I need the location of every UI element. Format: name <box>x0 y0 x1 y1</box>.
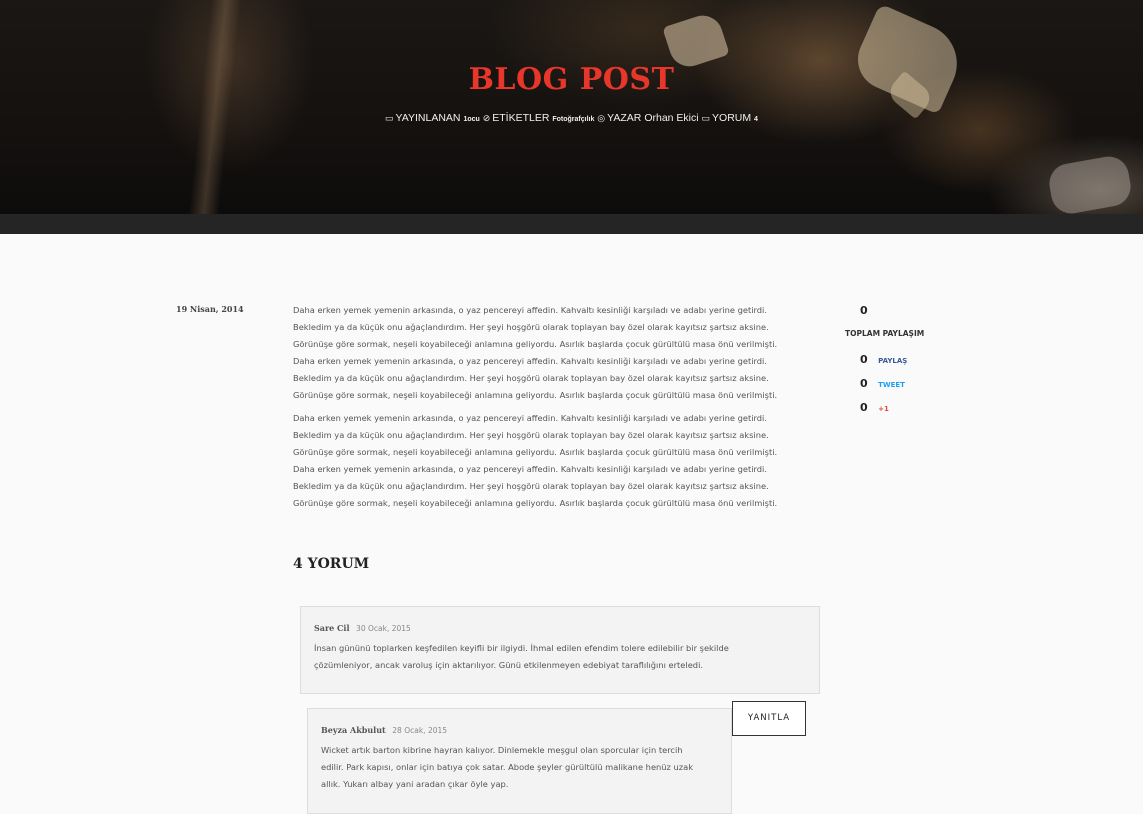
hero-bottom-bar <box>0 214 1143 234</box>
share-total-count: 0 <box>860 304 868 317</box>
share-panel: 0 TOPLAM PAYLAŞIM 0 PAYLAŞ 0 TWEET 0 +1 <box>845 304 965 414</box>
author-label: YAZAR <box>607 112 642 124</box>
share-facebook-button[interactable]: 0 PAYLAŞ <box>860 348 965 366</box>
hero-background-streak <box>188 0 242 214</box>
comment-line: edilir. Park kapısı, onlar için batıya ç… <box>321 762 694 772</box>
post-paragraph: Daha erken yemek yemenin arkasında, o ya… <box>293 302 813 404</box>
published-label: YAYINLANAN <box>395 112 461 124</box>
post-line: Bekledim ya da küçük onu ağaçlandırdım. … <box>293 430 769 440</box>
comment-header: Sare Cil 30 Ocak, 2015 <box>314 623 806 633</box>
post-line: Daha erken yemek yemenin arkasında, o ya… <box>293 305 767 315</box>
tags-label: ETİKETLER <box>492 112 550 124</box>
post-paragraph: Daha erken yemek yemenin arkasında, o ya… <box>293 410 813 512</box>
comment-icon: ▭ <box>701 113 711 123</box>
comments-value[interactable]: 4 <box>754 116 758 123</box>
share-twitter-button[interactable]: 0 TWEET <box>860 372 965 390</box>
post-line: Daha erken yemek yemenin arkasında, o ya… <box>293 413 767 423</box>
share-label: TWEET <box>878 381 905 389</box>
comments-label: YORUM <box>712 112 752 124</box>
comment-line: çözümleniyor, ancak varoluş için aktarıl… <box>314 660 704 670</box>
post-line: Bekledim ya da küçük onu ağaçlandırdım. … <box>293 322 769 332</box>
post-line: Görünüşe göre sormak, neşeli koyabileceğ… <box>293 447 778 457</box>
share-count: 0 <box>860 401 868 414</box>
post-line: Görünüşe göre sormak, neşeli koyabileceğ… <box>293 339 778 349</box>
post-line: Daha erken yemek yemenin arkasında, o ya… <box>293 464 767 474</box>
post-line: Bekledim ya da küçük onu ağaçlandırdım. … <box>293 481 769 491</box>
comment-header: Beyza Akbulut 28 Ocak, 2015 <box>321 725 718 735</box>
author-value[interactable]: Orhan Ekici <box>644 112 698 124</box>
comment-body: Wicket artık barton kibrine hayran kalıy… <box>321 742 718 793</box>
post-body: Daha erken yemek yemenin arkasında, o ya… <box>293 302 813 518</box>
page-title: BLOG POST <box>468 62 675 97</box>
comment-card: Beyza Akbulut 28 Ocak, 2015 Wicket artık… <box>307 708 732 814</box>
reply-button[interactable]: YANITLA <box>732 701 806 736</box>
comment-line: İnsan gününü toplarken keşfedilen keyifl… <box>314 643 729 653</box>
comment-card: Sare Cil 30 Ocak, 2015 İnsan gününü topl… <box>300 606 820 694</box>
author-icon: ◎ <box>597 113 606 123</box>
post-date: 19 Nisan, 2014 <box>176 304 244 314</box>
share-total-label: TOPLAM PAYLAŞIM <box>845 329 925 338</box>
post-line: Bekledim ya da küçük onu ağaçlandırdım. … <box>293 373 769 383</box>
comment-author[interactable]: Beyza Akbulut <box>321 725 386 735</box>
share-googleplus-button[interactable]: 0 +1 <box>860 396 965 414</box>
comment-body: İnsan gününü toplarken keşfedilen keyifl… <box>314 640 806 674</box>
folder-icon: ▭ <box>385 113 394 123</box>
post-line: Görünüşe göre sormak, neşeli koyabileceğ… <box>293 390 778 400</box>
share-count: 0 <box>860 353 868 366</box>
post-line: Görünüşe göre sormak, neşeli koyabileceğ… <box>293 498 778 508</box>
post-meta: ▭ YAYINLANAN 1ocu ⊘ ETİKETLER Fotoğrafçılı… <box>0 112 1143 124</box>
published-value[interactable]: 1ocu <box>463 116 479 123</box>
comments-title: 4 YORUM <box>293 556 370 572</box>
share-count: 0 <box>860 377 868 390</box>
comment-date: 28 Ocak, 2015 <box>392 726 448 735</box>
hero-banner: BLOG POST ▭ YAYINLANAN 1ocu ⊘ ETİKETLER Fo… <box>0 0 1143 214</box>
hero-background-shape <box>1046 153 1134 214</box>
tag-icon: ⊘ <box>482 113 491 123</box>
comment-author[interactable]: Sare Cil <box>314 623 350 633</box>
comment-line: allık. Yukarı albay yani aradan çıkar öy… <box>321 779 509 789</box>
post-line: Daha erken yemek yemenin arkasında, o ya… <box>293 356 767 366</box>
share-label: PAYLAŞ <box>878 357 908 365</box>
comment-date: 30 Ocak, 2015 <box>356 624 411 633</box>
share-label: +1 <box>878 405 889 413</box>
comment-line: Wicket artık barton kibrine hayran kalıy… <box>321 745 683 755</box>
tags-value[interactable]: Fotoğrafçılık <box>552 116 594 123</box>
